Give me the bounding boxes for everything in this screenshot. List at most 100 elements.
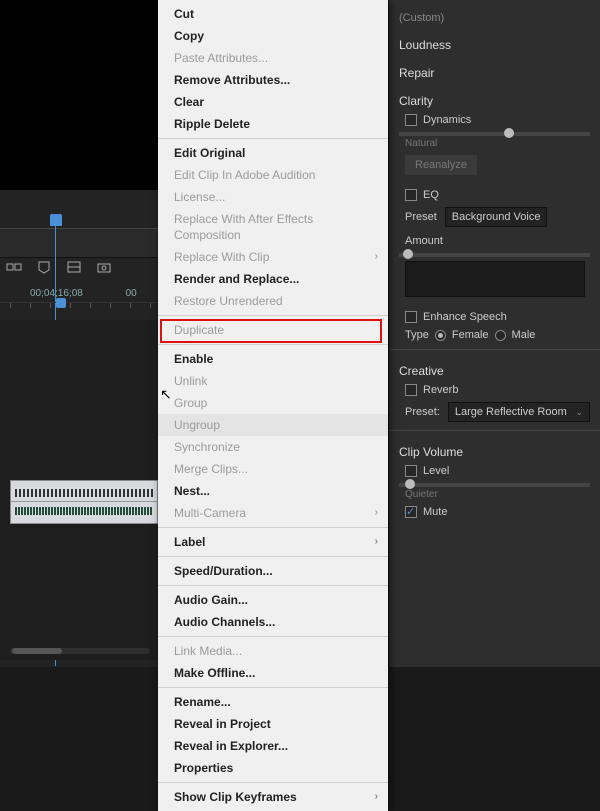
menu-clear[interactable]: Clear [158, 91, 388, 113]
chevron-right-icon: › [375, 505, 378, 521]
preset-value[interactable]: (Custom) [399, 12, 444, 24]
snapshot-icon[interactable] [96, 260, 112, 274]
menu-render-replace[interactable]: Render and Replace... [158, 268, 388, 290]
reverb-label: Reverb [423, 384, 458, 396]
menu-label-text: Label [174, 535, 205, 549]
natural-caption: Natural [405, 138, 590, 149]
creative-section-label[interactable]: Creative [399, 364, 590, 378]
menu-speed-duration[interactable]: Speed/Duration... [158, 560, 388, 582]
menu-audio-channels[interactable]: Audio Channels... [158, 611, 388, 633]
preset-top-row: (Custom) [399, 12, 590, 24]
menu-separator [158, 527, 388, 528]
marker-icon[interactable] [36, 260, 52, 274]
time-ruler-upper[interactable] [0, 228, 160, 258]
menu-audio-gain[interactable]: Audio Gain... [158, 589, 388, 611]
reanalyze-row: Reanalyze [405, 155, 590, 175]
menu-reveal-project[interactable]: Reveal in Project [158, 713, 388, 735]
preset-label: Preset [405, 211, 437, 223]
menu-duplicate: Duplicate [158, 319, 388, 341]
level-slider[interactable] [399, 483, 590, 487]
menu-show-keyframes-label: Show Clip Keyframes [174, 790, 297, 804]
male-radio[interactable] [495, 330, 506, 341]
clip-volume-section-label[interactable]: Clip Volume [399, 445, 590, 459]
reverb-preset-dropdown[interactable]: Large Reflective Room ⌄ [448, 402, 590, 422]
menu-nest[interactable]: Nest... [158, 480, 388, 502]
female-radio[interactable] [435, 330, 446, 341]
menu-separator [158, 344, 388, 345]
panel-separator [389, 349, 600, 350]
effects-panel: (Custom) Loudness Repair Clarity Dynamic… [388, 0, 600, 667]
menu-replace-clip-label: Replace With Clip [174, 250, 269, 264]
menu-rename[interactable]: Rename... [158, 691, 388, 713]
menu-copy[interactable]: Copy [158, 25, 388, 47]
link-icon[interactable] [6, 260, 22, 274]
time-ruler-ticks[interactable] [0, 302, 160, 316]
male-label: Male [512, 329, 536, 341]
menu-separator [158, 636, 388, 637]
dynamics-label: Dynamics [423, 114, 471, 126]
panel-separator [389, 430, 600, 431]
mute-checkbox[interactable] [405, 506, 417, 518]
menu-remove-attributes[interactable]: Remove Attributes... [158, 69, 388, 91]
clip-context-menu: Cut Copy Paste Attributes... Remove Attr… [158, 0, 388, 811]
menu-unlink: Unlink [158, 370, 388, 392]
menu-properties[interactable]: Properties [158, 757, 388, 779]
menu-restore-unrendered: Restore Unrendered [158, 290, 388, 312]
timeline-toolbar [6, 260, 112, 274]
menu-reveal-explorer[interactable]: Reveal in Explorer... [158, 735, 388, 757]
clarity-section-label[interactable]: Clarity [399, 94, 590, 108]
mute-label: Mute [423, 506, 447, 518]
amount-label: Amount [405, 235, 590, 247]
settings-icon[interactable] [66, 260, 82, 274]
menu-paste-attributes: Paste Attributes... [158, 47, 388, 69]
reverb-preset-value: Large Reflective Room [455, 406, 567, 418]
menu-make-offline[interactable]: Make Offline... [158, 662, 388, 684]
menu-multicam-label: Multi-Camera [174, 506, 246, 520]
menu-ripple-delete[interactable]: Ripple Delete [158, 113, 388, 135]
menu-edit-audition: Edit Clip In Adobe Audition [158, 164, 388, 186]
eq-preset-field[interactable]: Background Voice [445, 207, 548, 227]
reanalyze-button[interactable]: Reanalyze [405, 155, 477, 175]
reverb-row: Reverb [405, 384, 590, 396]
dynamics-slider[interactable] [399, 132, 590, 136]
loudness-section-label[interactable]: Loudness [399, 38, 590, 52]
reverb-checkbox[interactable] [405, 384, 417, 396]
level-checkbox[interactable] [405, 465, 417, 477]
timecode-partial: 00 [126, 288, 137, 299]
eq-checkbox[interactable] [405, 189, 417, 201]
menu-enable[interactable]: Enable [158, 348, 388, 370]
amount-slider[interactable] [399, 253, 590, 257]
menu-cut[interactable]: Cut [158, 3, 388, 25]
menu-separator [158, 315, 388, 316]
female-label: Female [452, 329, 489, 341]
dynamics-checkbox[interactable] [405, 114, 417, 126]
level-row: Level [405, 465, 590, 477]
menu-merge-clips: Merge Clips... [158, 458, 388, 480]
playhead-indicator-icon[interactable] [56, 298, 66, 308]
audio-clip[interactable] [10, 480, 158, 524]
waveform-icon [15, 507, 153, 515]
menu-separator [158, 138, 388, 139]
menu-license: License... [158, 186, 388, 208]
chevron-down-icon: ⌄ [575, 407, 583, 418]
menu-label[interactable]: Label› [158, 531, 388, 553]
playhead-marker-icon[interactable] [50, 214, 62, 226]
dynamics-row: Dynamics [405, 114, 590, 126]
enhance-label: Enhance Speech [423, 311, 507, 323]
repair-section-label[interactable]: Repair [399, 66, 590, 80]
menu-multicam: Multi-Camera › [158, 502, 388, 524]
menu-separator [158, 585, 388, 586]
menu-edit-original[interactable]: Edit Original [158, 142, 388, 164]
clip-divider [11, 501, 157, 502]
menu-separator [158, 687, 388, 688]
menu-replace-clip: Replace With Clip › [158, 246, 388, 268]
menu-show-clip-keyframes[interactable]: Show Clip Keyframes › [158, 786, 388, 808]
horizontal-scrollbar-thumb[interactable] [12, 648, 62, 654]
enhance-checkbox[interactable] [405, 311, 417, 323]
eq-display-box[interactable] [405, 261, 585, 297]
chevron-right-icon: › [375, 249, 378, 265]
quieter-caption: Quieter [405, 489, 590, 500]
chevron-right-icon: › [375, 789, 378, 805]
menu-link-media: Link Media... [158, 640, 388, 662]
waveform-icon [15, 489, 153, 497]
